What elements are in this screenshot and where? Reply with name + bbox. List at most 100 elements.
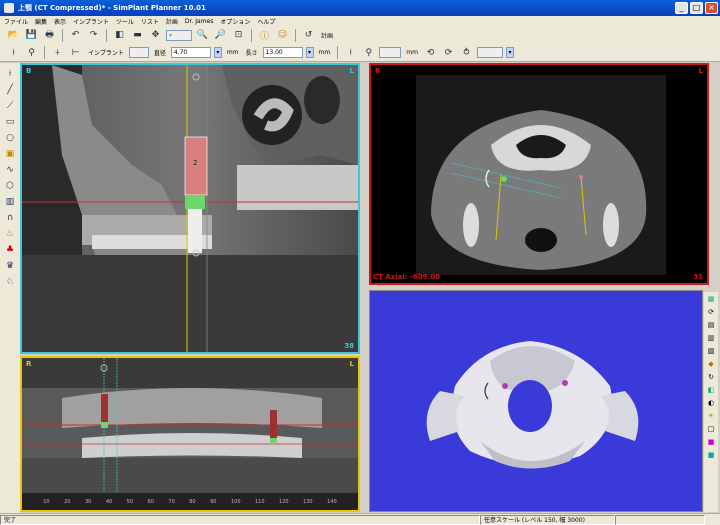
rotate-icon[interactable]: ⟳ (441, 46, 456, 60)
save-icon[interactable]: 💾 (24, 28, 39, 42)
note-tool-icon[interactable]: ▣ (3, 147, 17, 160)
menu-implant[interactable]: インプラント (73, 17, 109, 26)
rotate-left-icon[interactable]: ⟲ (423, 46, 438, 60)
open-folder-icon[interactable]: 📂 (6, 28, 21, 42)
nerve-tool-icon[interactable]: ∩ (3, 211, 17, 224)
axial-view-right-label: L (698, 67, 703, 75)
bone-icon[interactable]: ◐ (706, 398, 716, 408)
undo-icon[interactable]: ↶ (68, 28, 83, 42)
abutment-select-icon[interactable]: ⚲ (361, 46, 376, 60)
polyline-tool-icon[interactable]: ⟋ (3, 99, 17, 112)
close-button[interactable]: × (705, 2, 718, 14)
zoom-in-icon[interactable]: 🔍 (195, 28, 210, 42)
minimize-button[interactable]: _ (675, 2, 688, 14)
axial-view-ct-label: CT Axial: -609.00 (373, 273, 440, 281)
pano-view-left-label: R (26, 360, 32, 368)
rectangle-tool-icon[interactable]: ▭ (3, 115, 17, 128)
ruler-tick: 110 (255, 499, 265, 505)
circle-tool-icon[interactable]: ○ (3, 131, 17, 144)
layers-icon[interactable]: ◧ (706, 385, 716, 395)
menu-options[interactable]: オプション (220, 17, 250, 26)
main-toolbar: 📂 💾 🖶 ↶ ↷ ◧ ▬ ✥ ▾ 🔍 🔎 ⊡ ⓘ ☺ ↺ 計画 (0, 26, 720, 44)
pan-icon[interactable]: ✥ (148, 28, 163, 42)
implant-field[interactable] (128, 47, 149, 58)
light-icon[interactable]: ☀ (706, 411, 716, 421)
fit-view-icon[interactable]: ⊡ (231, 28, 246, 42)
diameter-field[interactable]: 4.70 (170, 47, 211, 58)
clip-icon[interactable]: ◆ (706, 359, 716, 369)
menu-plan[interactable]: 計画 (166, 17, 178, 26)
implant-move-icon[interactable]: ⍭ (50, 46, 65, 60)
implant-select-icon[interactable]: ⚲ (24, 46, 39, 60)
status-left: 完了 (0, 514, 480, 525)
render-3d-view[interactable] (369, 290, 703, 512)
ruler-tick: 50 (126, 499, 134, 505)
ruler-tick: 120 (279, 499, 289, 505)
window-level-icon[interactable]: ▬ (130, 28, 145, 42)
volume-tool-icon[interactable]: ⬡ (3, 179, 17, 192)
pink-color-icon[interactable]: ■ (706, 437, 716, 447)
rotation-dropdown-icon[interactable]: ▾ (505, 47, 514, 58)
ruler-tick: 90 (210, 499, 217, 505)
view-rotate-icon[interactable]: ⟳ (706, 307, 716, 317)
cross-view-left-label: B (26, 67, 32, 75)
length-unit: mm (318, 49, 331, 56)
skull-3d-image (426, 341, 639, 469)
rotation-field[interactable] (476, 47, 503, 58)
plan-smile-icon[interactable]: ☺ (275, 28, 290, 42)
person-tool-icon[interactable]: ♛ (3, 259, 17, 272)
implant-place-icon[interactable]: ⍿ (3, 67, 17, 80)
reset-view-icon[interactable]: ↻ (706, 372, 716, 382)
line-tool-icon[interactable]: ╱ (3, 83, 17, 96)
contrast-icon[interactable]: ◧ (112, 28, 127, 42)
length-field[interactable]: 13.00 (262, 47, 303, 58)
print-icon[interactable]: 🖶 (42, 28, 57, 42)
diameter-dropdown-icon[interactable]: ▾ (213, 47, 222, 58)
implant-align-icon[interactable]: ⊢ (68, 46, 83, 60)
view-bottom-icon[interactable]: ▧ (706, 346, 716, 356)
box-icon[interactable]: □ (706, 424, 716, 434)
color-tool-icon[interactable]: ♣ (3, 243, 17, 256)
view-top-icon[interactable]: ▦ (706, 294, 716, 304)
diameter-unit: mm (226, 49, 239, 56)
ruler-tick: 80 (189, 499, 196, 505)
segment-tool-icon[interactable]: ▥ (3, 195, 17, 208)
bone-tool-icon[interactable]: ♨ (3, 227, 17, 240)
axial-view[interactable]: R L CT Axial: -609.00 31 (369, 63, 709, 285)
panoramic-ruler: 10 20 30 40 50 60 70 80 90 100 110 120 1… (22, 499, 358, 508)
axial-image (371, 65, 707, 283)
tooth-tool-icon[interactable]: ♘ (3, 275, 17, 288)
view-front-icon[interactable]: ▤ (706, 320, 716, 330)
window-title: 上顎 (CT Compressed)* - SimPlant Planner 1… (18, 4, 206, 12)
menu-list[interactable]: リスト (141, 17, 159, 26)
ruler-tick: 20 (64, 499, 71, 505)
cross-section-view[interactable]: 2 B L 38 (20, 63, 360, 354)
implant-tool-icon[interactable]: ⍿ (6, 46, 21, 60)
plan-icon[interactable]: ↺ (301, 28, 316, 42)
render-toolbar: ▦ ⟳ ▤ ▥ ▧ ◆ ↻ ◧ ◐ ☀ □ ■ ■ (704, 292, 718, 512)
zoom-out-icon[interactable]: 🔎 (213, 28, 228, 42)
abutment-icon[interactable]: ⍿ (343, 46, 358, 60)
curve-tool-icon[interactable]: ∿ (3, 163, 17, 176)
menu-tools[interactable]: ツール (116, 17, 134, 26)
menu-help[interactable]: ヘルプ (257, 17, 275, 26)
abutment-unit: mm (406, 49, 418, 56)
ruler-tick: 70 (168, 499, 175, 505)
diameter-label: 直径 (153, 50, 166, 57)
teal-color-icon[interactable]: ■ (706, 450, 716, 460)
redo-icon[interactable]: ↷ (86, 28, 101, 42)
abutment-field[interactable] (379, 47, 402, 58)
view-side-icon[interactable]: ▥ (706, 333, 716, 343)
menu-user[interactable]: Dr. James (185, 18, 213, 25)
panoramic-view[interactable]: 10 20 30 40 50 60 70 80 90 100 110 120 1… (20, 356, 360, 512)
info-icon[interactable]: ⓘ (257, 28, 272, 42)
menu-view[interactable]: 表示 (54, 17, 66, 26)
length-dropdown-icon[interactable]: ▾ (305, 47, 314, 58)
rotate-right-icon[interactable]: ⥁ (459, 46, 474, 60)
maximize-button[interactable]: □ (690, 2, 703, 14)
plan-label[interactable]: 計画 (321, 31, 333, 40)
menu-file[interactable]: ファイル (4, 17, 28, 26)
zoom-select[interactable]: ▾ (166, 29, 192, 41)
menu-edit[interactable]: 編集 (35, 17, 47, 26)
app-icon (4, 3, 14, 13)
